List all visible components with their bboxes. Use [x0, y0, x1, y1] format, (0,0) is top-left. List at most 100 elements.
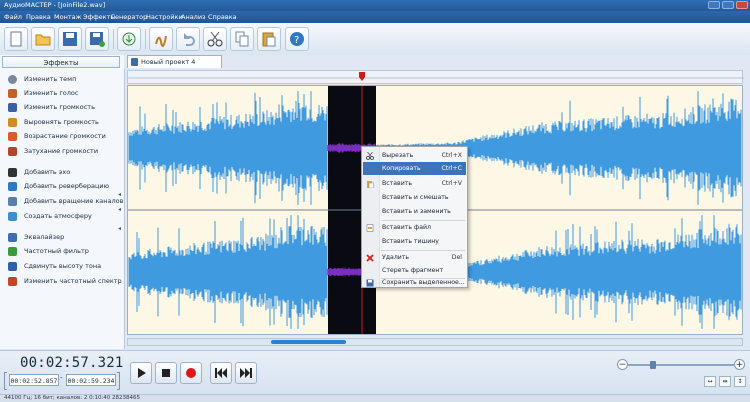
menu-item-paste[interactable]: Вставить Ctrl+V — [363, 177, 466, 190]
menu-item-save-selection[interactable]: Сохранить выделенное... — [363, 276, 466, 289]
menu-item-copy[interactable]: Копировать Ctrl+C — [363, 162, 466, 175]
selection-dash: - — [60, 374, 63, 382]
menu-item-label: Вставить — [382, 180, 412, 187]
bracket-right — [117, 372, 120, 390]
new-file-button[interactable] — [4, 27, 28, 51]
cut-icon — [207, 31, 223, 47]
menu-item-label: Копировать — [382, 165, 421, 172]
context-menu: Вырезать Ctrl+X Копировать Ctrl+C Встави… — [361, 146, 468, 288]
effect-label: Создать атмосферу — [24, 212, 92, 220]
undo-icon — [184, 33, 195, 46]
effects-icon — [155, 35, 167, 47]
maximize-button[interactable] — [722, 1, 734, 9]
scrollbar-thumb[interactable] — [271, 340, 346, 344]
skip-forward-button[interactable] — [235, 362, 257, 384]
menu-help[interactable]: Справка — [208, 13, 237, 21]
open-button[interactable] — [31, 27, 55, 51]
effect-label: Сдвинуть высоту тона — [24, 262, 102, 270]
copy-icon — [235, 31, 249, 47]
new-file-icon — [10, 31, 22, 47]
title-bar: АудиоМАСТЕР - [JoinFile2.wav] — [0, 0, 750, 11]
effect-label: Эквалайзер — [24, 233, 65, 241]
expand-arrow-icon[interactable]: ◂ — [118, 225, 121, 232]
play-button[interactable] — [130, 362, 152, 384]
menu-edit[interactable]: Правка — [26, 13, 51, 21]
save-button[interactable] — [58, 27, 82, 51]
menu-item-label: Вырезать — [382, 152, 414, 159]
skip-forward-icon — [240, 368, 252, 378]
effect-label: Частотный фильтр — [24, 247, 89, 255]
fade-out-icon — [8, 147, 17, 156]
zoom-slider-track[interactable] — [628, 364, 734, 366]
save-icon — [63, 32, 77, 46]
zoom-slider-knob[interactable] — [650, 361, 656, 369]
zoom-in-button[interactable]: + — [734, 359, 745, 370]
equalizer-icon — [8, 233, 17, 242]
menu-settings[interactable]: Настройки — [146, 13, 183, 21]
project-file-icon — [131, 58, 138, 66]
menu-item-shortcut: Del — [451, 254, 462, 261]
menu-item-paste-replace[interactable]: Вставить и заменить — [363, 205, 466, 218]
copy-button[interactable] — [230, 27, 254, 51]
menu-montage[interactable]: Монтаж — [54, 13, 81, 21]
fit-horizontal-button[interactable]: ↔ — [704, 376, 716, 387]
menu-analysis[interactable]: Анализ — [181, 13, 206, 21]
delete-icon — [366, 254, 374, 262]
pitch-icon — [8, 262, 17, 271]
status-text: 44100 Гц; 16 бит; каналов: 2 0:10:40 282… — [4, 395, 141, 401]
play-icon — [138, 368, 146, 378]
expand-arrow-icon[interactable]: ◂ — [118, 206, 121, 213]
help-button[interactable]: ? — [285, 27, 309, 51]
menu-item-label: Вставить и смешать — [382, 194, 449, 201]
effects-panel-title: Эффекты — [2, 56, 120, 68]
undo-button[interactable] — [176, 27, 200, 51]
selection-end-field[interactable]: 00:02:59.234 — [66, 374, 116, 386]
volume-icon — [8, 103, 17, 112]
menu-item-paste-mix[interactable]: Вставить и смешать — [363, 191, 466, 204]
menu-item-shortcut: Ctrl+C — [441, 165, 462, 172]
effect-label: Затухание громкости — [24, 147, 99, 155]
effect-label: Возрастание громкости — [24, 132, 106, 140]
timeline-ruler[interactable] — [127, 70, 744, 84]
minimize-button[interactable] — [708, 1, 720, 9]
menu-item-label: Сохранить выделенное... — [382, 279, 465, 286]
save-selection-icon — [366, 279, 374, 287]
toolbar-separator — [145, 29, 146, 49]
menu-item-delete[interactable]: Удалить Del — [363, 251, 466, 264]
menu-item-label: Удалить — [382, 254, 410, 261]
stop-button[interactable] — [155, 362, 177, 384]
paste-button[interactable] — [257, 27, 281, 51]
menu-item-insert-silence[interactable]: Вставить тишину — [363, 235, 466, 248]
menu-item-cut[interactable]: Вырезать Ctrl+X — [363, 149, 466, 162]
skip-back-button[interactable] — [210, 362, 232, 384]
reverb-icon — [8, 182, 17, 191]
fit-vertical-button[interactable]: ↕ — [734, 376, 746, 387]
record-icon — [122, 32, 136, 46]
effects-button[interactable] — [149, 27, 173, 51]
save-as-button[interactable] — [85, 27, 109, 51]
window-title: АудиоМАСТЕР - [JoinFile2.wav] — [4, 1, 106, 9]
selection-start-field[interactable]: 00:02:52.857 — [9, 374, 59, 386]
tab-label: Новый проект 4 — [141, 58, 196, 66]
record-button[interactable] — [180, 362, 202, 384]
zoom-out-button[interactable]: − — [617, 359, 628, 370]
paste-icon — [262, 32, 276, 47]
zoom-fit-button[interactable]: ⇹ — [719, 376, 731, 387]
tempo-icon — [8, 75, 17, 84]
paste-icon — [367, 181, 374, 188]
horizontal-scrollbar[interactable] — [127, 338, 743, 346]
close-button[interactable] — [736, 1, 748, 9]
effect-label: Добавить эхо — [24, 168, 71, 176]
menu-item-insert-file[interactable]: Вставить файл — [363, 221, 466, 234]
filter-icon — [8, 247, 17, 256]
effect-label: Изменить голос — [24, 89, 79, 97]
voice-icon — [8, 89, 17, 98]
record-icon — [186, 368, 196, 378]
tab-project[interactable]: Новый проект 4 — [127, 55, 222, 68]
playhead-marker-icon — [359, 72, 365, 81]
cut-button[interactable] — [203, 27, 227, 51]
menu-item-shortcut: Ctrl+X — [441, 152, 462, 159]
menu-generator[interactable]: Генератор — [111, 13, 147, 21]
record-mic-button[interactable] — [117, 27, 141, 51]
menu-file[interactable]: Файл — [4, 13, 22, 21]
